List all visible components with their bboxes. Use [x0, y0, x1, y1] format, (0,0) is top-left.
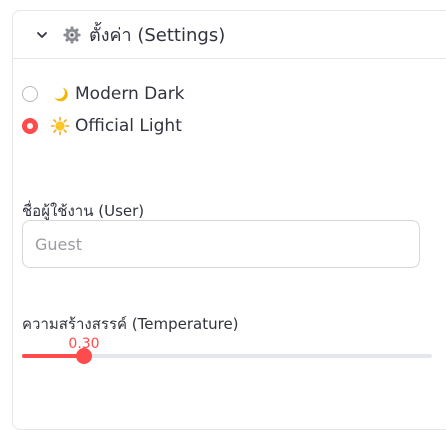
theme-radio-group: Modern Dark Official Light: [22, 78, 185, 142]
theme-option-modern-dark[interactable]: Modern Dark: [22, 78, 185, 110]
temperature-label: ความสร้างสรรค์ (Temperature): [22, 315, 239, 333]
gear-icon: [61, 24, 83, 46]
radio-button-unchecked[interactable]: [22, 86, 38, 102]
theme-option-official-light[interactable]: Official Light: [22, 110, 185, 142]
user-name-input[interactable]: [22, 220, 420, 268]
sun-icon: [50, 116, 70, 136]
radio-button-checked[interactable]: [22, 118, 38, 134]
theme-option-label: Official Light: [75, 116, 182, 136]
temperature-slider-thumb[interactable]: [76, 348, 92, 364]
temperature-slider-track[interactable]: [22, 348, 432, 364]
chevron-down-icon[interactable]: [31, 24, 53, 46]
theme-option-label: Modern Dark: [75, 84, 185, 104]
settings-title: ตั้งค่า (Settings): [89, 25, 226, 46]
temperature-slider-fill: [22, 354, 84, 358]
crescent-moon-icon: [50, 84, 70, 104]
settings-header[interactable]: ตั้งค่า (Settings): [13, 11, 446, 59]
